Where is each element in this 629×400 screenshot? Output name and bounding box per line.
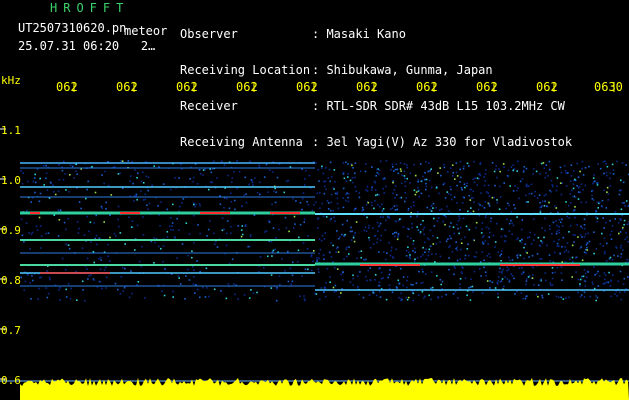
noise-field <box>20 160 629 302</box>
x-tick-1: 062 <box>56 80 78 94</box>
x-tick-2: 062 <box>116 80 138 94</box>
y-tick-1-1: 1.1 <box>1 124 21 137</box>
y-tick-1-0: 1.0 <box>1 174 21 187</box>
y-axis-unit: kHz <box>1 74 21 87</box>
x-tick-8: 062 <box>476 80 498 94</box>
y-tick-0-7: 0.7 <box>1 324 21 337</box>
x-tick-3: 062 <box>176 80 198 94</box>
x-tick-10: 0630 <box>594 80 623 94</box>
x-tick-5: 062 <box>296 80 318 94</box>
spectrogram <box>0 82 629 400</box>
x-tick-7: 062 <box>416 80 438 94</box>
x-tick-4: 062 <box>236 80 258 94</box>
y-tick-0-9: 0.9 <box>1 224 21 237</box>
x-tick-9: 062 <box>536 80 558 94</box>
y-tick-0-8: 0.8 <box>1 274 21 287</box>
y-tick-0-6: 0.6 <box>1 374 21 387</box>
x-tick-6: 062 <box>356 80 378 94</box>
